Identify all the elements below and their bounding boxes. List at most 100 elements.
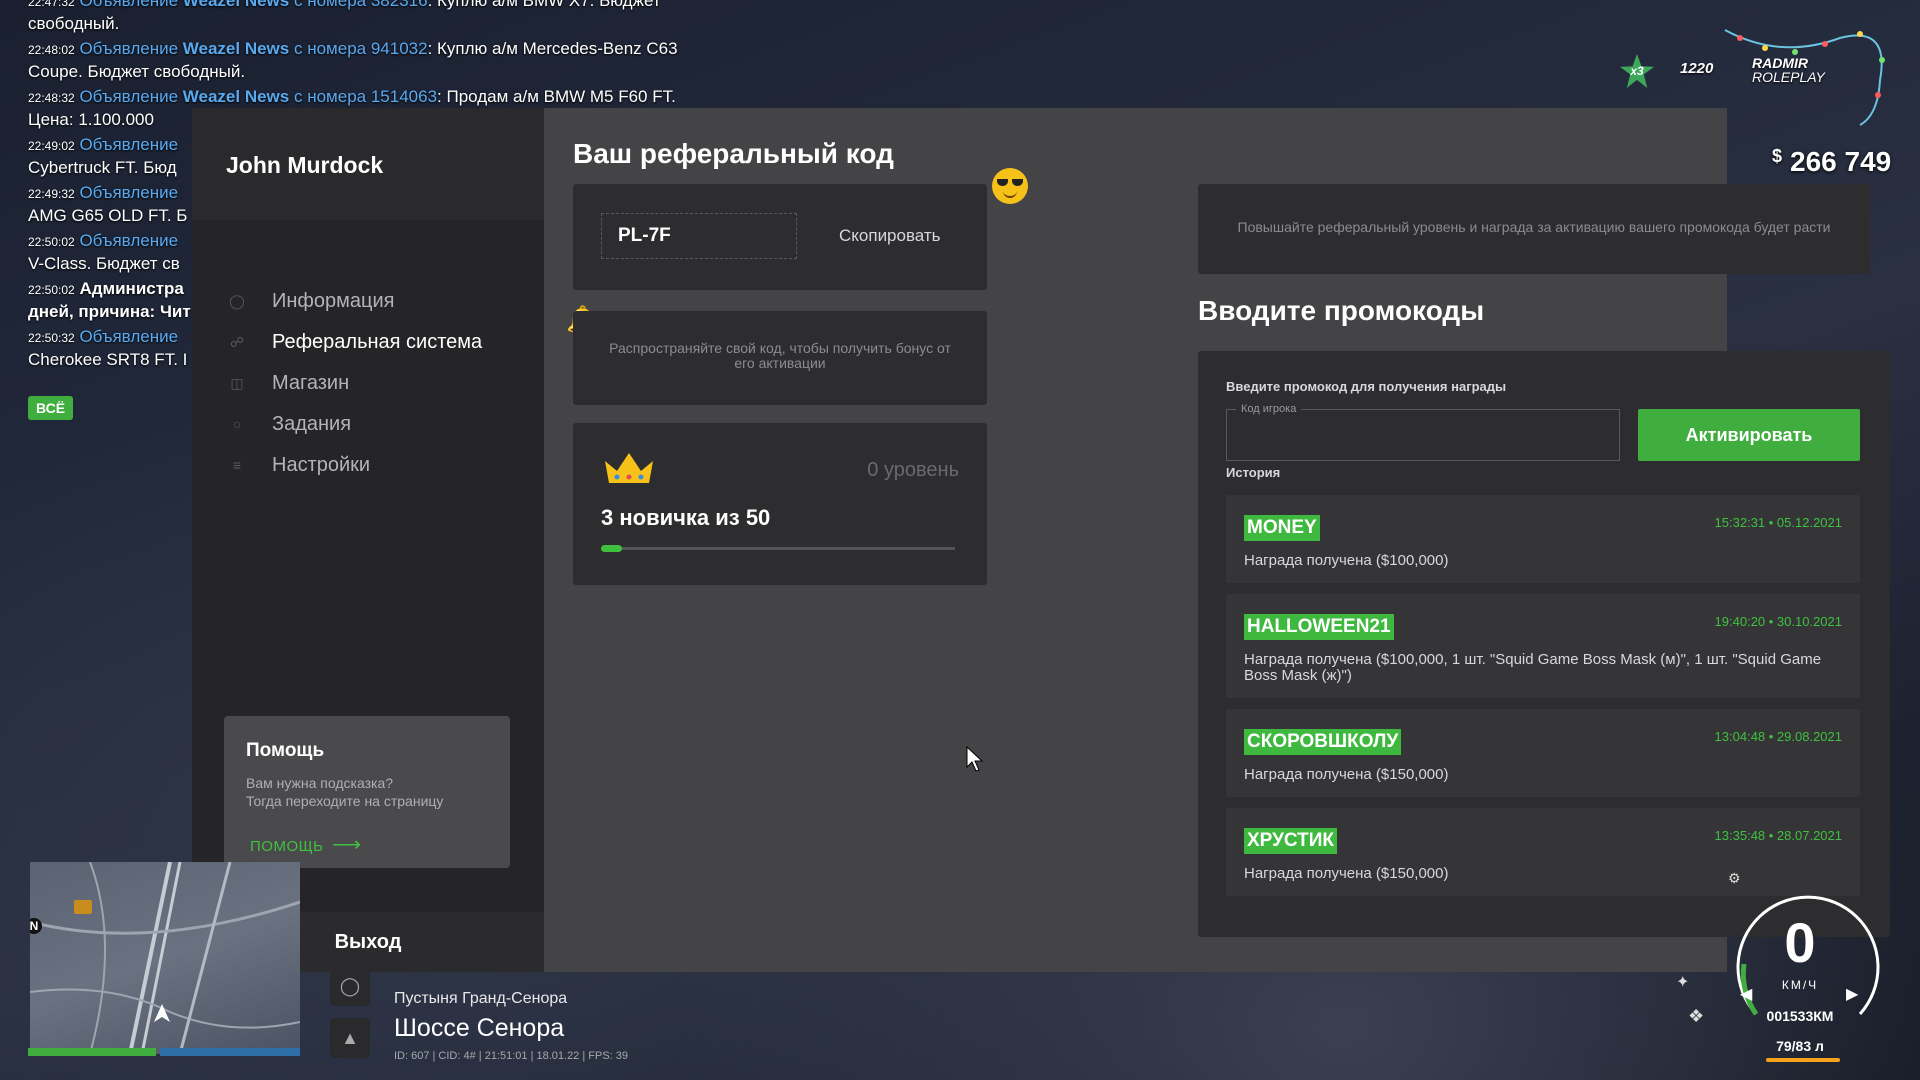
sidebar-item-referral[interactable]: ☍ Реферальная система: [226, 327, 482, 357]
history-desc: Награда получена ($100,000, 1 шт. "Squid…: [1244, 651, 1822, 684]
zone-name: Пустыня Гранд-Сенора: [394, 990, 568, 1007]
chat-time: 22:50:02: [28, 235, 75, 249]
chat-tag: Объявление: [79, 39, 179, 58]
chat-mid: с номера: [293, 87, 367, 106]
house-icon: [74, 900, 92, 914]
copy-button[interactable]: Скопировать: [839, 226, 941, 246]
help-text-line: Вам нужна подсказка?: [246, 775, 394, 791]
chat-time: 22:49:32: [28, 187, 75, 201]
history-label: История: [1226, 465, 1281, 480]
chat-text: Cherokee SRT8 FT. I: [28, 350, 188, 369]
sidebar-item-label: Задания: [272, 412, 352, 435]
chat-time: 22:50:02: [28, 283, 75, 297]
referral-code[interactable]: PL-7F: [601, 213, 797, 259]
minimap: N: [30, 862, 300, 1054]
mouse-cursor-icon: [966, 746, 984, 772]
progress-bar: [601, 545, 955, 552]
health-bar: [28, 1048, 156, 1056]
settings-icon: ≡: [232, 457, 242, 473]
history-date: 13:35:48 • 28.07.2021: [1714, 828, 1842, 843]
history-desc: Награда получена ($100,000): [1244, 552, 1449, 569]
history-desc: Награда получена ($150,000): [1244, 865, 1449, 882]
odometer: 001533КМ: [1766, 1008, 1834, 1024]
crown-icon: [605, 453, 653, 483]
chat-tag: Объявление: [79, 183, 179, 202]
share-hint-text: Распространяйте свой код, чтобы получить…: [609, 340, 951, 371]
chat-message: 22:48:02 Объявление Weazel News с номера…: [28, 39, 678, 81]
chat-number: 382316: [370, 0, 428, 10]
sidebar-item-label: Магазин: [272, 371, 350, 394]
referral-code-card: PL-7F Скопировать: [573, 184, 987, 290]
armor-bar: [159, 1048, 300, 1056]
chat-tag: Объявление: [79, 0, 179, 10]
help-link-label: ПОМОЩЬ: [250, 838, 324, 855]
settings-gear-icon: ⚙: [1728, 870, 1741, 886]
multiplier-badge: x3: [1620, 54, 1654, 88]
chat-time: 22:48:32: [28, 91, 75, 105]
sidebar: John Murdock ◯ Информация ☍ Реферальная …: [192, 108, 544, 972]
chat-source: Weazel News: [182, 87, 290, 106]
chat-tag: Объявление: [79, 231, 179, 250]
referral-level-card: 0 уровень 3 новичка из 50: [573, 423, 987, 585]
promo-input-label: Код игрока: [1236, 403, 1302, 415]
help-title: Помощь: [246, 740, 325, 761]
chat-message: 22:47:32 Объявление Weazel News с номера…: [28, 0, 718, 34]
history-item: ХРУСТИК 13:35:48 • 28.07.2021 Награда по…: [1226, 808, 1860, 896]
history-date: 15:32:31 • 05.12.2021: [1714, 515, 1842, 530]
tasks-icon: ○: [232, 416, 242, 432]
sidebar-item-tasks[interactable]: ○ Задания: [226, 409, 351, 439]
sunglasses-emoji-icon: [992, 168, 1028, 204]
minimap-roads: [30, 862, 300, 1054]
chat-text: дней, причина: Чит: [28, 302, 191, 321]
arrow-right-icon: ⟶: [332, 834, 362, 856]
chat-tag: Администра: [79, 279, 184, 298]
street-name: Шоссе Сенора: [394, 1014, 565, 1042]
level-hint-card: Повышайте реферальный уровень и награда …: [1198, 184, 1870, 274]
activate-button[interactable]: Активировать: [1638, 409, 1860, 461]
help-card: Помощь Вам нужна подсказка? Тогда перехо…: [224, 716, 510, 868]
chat-number: 941032: [370, 39, 428, 58]
chat-tag: Объявление: [79, 327, 179, 346]
chat-text: AMG G65 OLD FT. Б: [28, 206, 188, 225]
promo-card: Введите промокод для получения награды К…: [1198, 351, 1890, 937]
sidebar-item-label: Настройки: [272, 453, 371, 476]
level-label: 0 уровень: [867, 459, 959, 481]
history-desc: Награда получена ($150,000): [1244, 766, 1449, 783]
cart-icon: ◫: [230, 374, 244, 391]
sidebar-item-shop[interactable]: ◫ Магазин: [226, 368, 349, 398]
chat-tab-all[interactable]: ВСЁ: [28, 396, 74, 420]
money-sign: $: [1772, 146, 1783, 166]
chat-tag: Объявление: [79, 87, 179, 106]
health-armor-bars: [28, 1048, 300, 1056]
money-value: 266 749: [1790, 146, 1892, 177]
seatbelt-icon: ✦: [1676, 974, 1690, 991]
speed-value: 0: [1784, 911, 1816, 974]
progress-fill: [601, 545, 623, 552]
chat-mid: с номера: [293, 39, 367, 58]
promo-prompt: Введите промокод для получения награды: [1226, 379, 1507, 394]
history-item: MONEY 15:32:31 • 05.12.2021 Награда полу…: [1226, 495, 1860, 583]
chat-text: V-Class. Бюджет св: [28, 254, 180, 273]
user-icon: ◯: [229, 292, 245, 309]
wrench-icon: ❖: [1688, 1006, 1705, 1026]
help-text: Вам нужна подсказка? Тогда переходите на…: [246, 774, 496, 810]
sidebar-item-label: Реферальная система: [272, 330, 483, 353]
chat-source: Weazel News: [182, 39, 290, 58]
session-info: ID: 607 | CID: 4# | 21:51:01 | 18.01.22 …: [394, 1050, 629, 1062]
level-hint-text: Повышайте реферальный уровень и награда …: [1237, 219, 1831, 235]
chat-mid: с номера: [293, 0, 367, 10]
promo-code-input[interactable]: [1226, 409, 1620, 461]
sidebar-item-settings[interactable]: ≡ Настройки: [226, 450, 370, 480]
history-date: 13:04:48 • 29.08.2021: [1714, 729, 1842, 744]
chat-number: 1514063: [370, 87, 438, 106]
help-link[interactable]: ПОМОЩЬ ⟶: [250, 832, 361, 857]
chat-tag: Объявление: [79, 135, 179, 154]
chat-source: Weazel News: [182, 0, 290, 10]
sidebar-item-info[interactable]: ◯ Информация: [226, 286, 394, 316]
history-code: HALLOWEEN21: [1244, 614, 1394, 640]
referral-panel: John Murdock ◯ Информация ☍ Реферальная …: [192, 108, 1890, 972]
turn-right-icon: ▶: [1846, 986, 1859, 1003]
history-code: MONEY: [1244, 515, 1320, 541]
sidebar-header: John Murdock: [192, 108, 544, 220]
microphone-icon[interactable]: ▲: [330, 1018, 370, 1058]
